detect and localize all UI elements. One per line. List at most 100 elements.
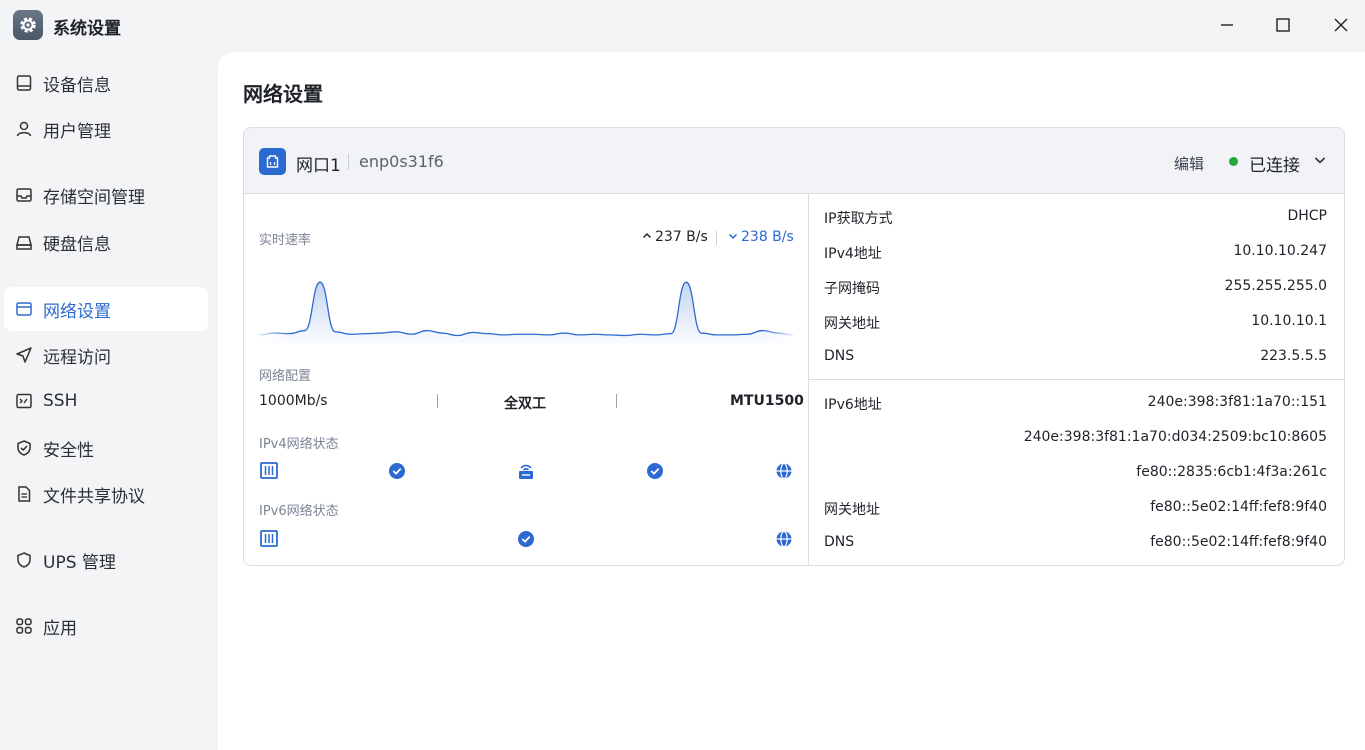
ethernet-port-icon: [260, 530, 278, 547]
sidebar-item-label: 设备信息: [43, 75, 111, 96]
title-bar: 系统设置: [0, 0, 1365, 52]
divider: [437, 394, 438, 408]
info-key: 网关地址: [824, 316, 880, 332]
ipv6-status-label: IPv6网络状态: [259, 504, 339, 519]
sidebar-item-label: 远程访问: [43, 347, 111, 368]
connection-status: 已连接: [1249, 156, 1300, 176]
sidebar-item-user-management[interactable]: 用户管理: [4, 107, 208, 151]
info-value: 10.10.10.247: [1233, 243, 1327, 259]
status-dot: [1229, 157, 1238, 166]
minimize-icon: [1221, 24, 1233, 26]
disk-icon: [14, 232, 34, 252]
info-row-dns: DNS 223.5.5.5: [824, 348, 1327, 368]
info-row-ipv6-link-local: fe80::2835:6cb1:4f3a:261c: [824, 464, 1327, 484]
sidebar-item-disk-info[interactable]: 硬盘信息: [4, 220, 208, 264]
send-icon: [14, 345, 34, 365]
divider: [809, 379, 1344, 380]
sidebar-item-label: 网络设置: [43, 301, 111, 322]
sidebar-item-remote-access[interactable]: 远程访问: [4, 333, 208, 377]
gear-icon: [13, 10, 43, 40]
info-value: fe80::5e02:14ff:fef8:9f40: [1150, 534, 1327, 550]
sidebar-item-file-sharing[interactable]: 文件共享协议: [4, 472, 208, 516]
sidebar-item-ups[interactable]: UPS 管理: [4, 538, 208, 582]
user-icon: [14, 119, 34, 139]
info-value: 255.255.255.0: [1224, 278, 1327, 294]
close-button[interactable]: [1326, 10, 1356, 40]
network-config-label: 网络配置: [259, 369, 312, 384]
sidebar-item-security[interactable]: 安全性: [4, 426, 208, 470]
mtu-value: MTU1500: [730, 393, 804, 409]
info-row-ipv6-dns: DNS fe80::5e02:14ff:fef8:9f40: [824, 534, 1327, 554]
info-row-ip-method: IP获取方式 DHCP: [824, 208, 1327, 228]
apps-icon: [14, 616, 34, 636]
sidebar-item-label: 用户管理: [43, 121, 111, 142]
sidebar-item-device-info[interactable]: 设备信息: [4, 61, 208, 105]
sidebar-item-label: 应用: [43, 618, 77, 639]
chevron-down-icon[interactable]: [1312, 152, 1328, 168]
info-key: DNS: [824, 348, 855, 364]
sidebar-item-network[interactable]: 网络设置: [4, 287, 208, 331]
check-circle-icon: [389, 463, 405, 479]
info-key: IPv6地址: [824, 397, 882, 413]
sidebar-item-apps[interactable]: 应用: [4, 604, 208, 648]
arrow-up-icon: [642, 232, 652, 239]
shield-icon: [14, 550, 34, 570]
globe-icon: [776, 462, 792, 480]
divider: [716, 231, 717, 245]
sidebar: 设备信息 用户管理 存储空间管理 硬盘信息 网络设置 远程访问 SSH 安全性 …: [0, 52, 218, 750]
card-header[interactable]: 网口1 enp0s31f6 编辑 已连接: [244, 128, 1344, 194]
upload-speed-value: 237 B/s: [655, 229, 708, 245]
info-row-ipv4: IPv4地址 10.10.10.247: [824, 243, 1327, 263]
page-title: 网络设置: [243, 82, 323, 106]
network-icon: [14, 299, 34, 319]
main-panel: 网络设置 网口1 enp0s31f6 编辑 已连接 实时速率 237 B/s 2…: [218, 52, 1365, 750]
download-speed-value: 238 B/s: [741, 229, 794, 245]
device-name: enp0s31f6: [359, 152, 444, 171]
sidebar-item-storage[interactable]: 存储空间管理: [4, 173, 208, 217]
status-pane: 实时速率 237 B/s 238 B/s 网络配置 1000Mb/s 全双工 M…: [244, 194, 809, 565]
info-value: DHCP: [1287, 208, 1327, 224]
info-key: DNS: [824, 534, 855, 550]
info-value: 240e:398:3f81:1a70::151: [1147, 394, 1327, 410]
info-row-ipv6: IPv6地址 240e:398:3f81:1a70::151: [824, 394, 1327, 414]
ethernet-port-icon: [259, 148, 286, 175]
maximize-icon: [1276, 18, 1290, 32]
sidebar-item-label: 安全性: [43, 440, 94, 461]
ipv6-status-path: [260, 530, 792, 548]
info-row-subnet: 子网掩码 255.255.255.0: [824, 278, 1327, 298]
address-pane: IP获取方式 DHCP IPv4地址 10.10.10.247 子网掩码 255…: [809, 194, 1344, 565]
close-icon: [1334, 18, 1348, 32]
device-icon: [14, 73, 34, 93]
ipv4-status-path: [260, 462, 792, 480]
globe-icon: [776, 530, 792, 548]
divider: [616, 394, 617, 408]
maximize-button[interactable]: [1268, 10, 1298, 40]
sidebar-item-label: SSH: [43, 391, 78, 411]
info-row-ipv6-extra: 240e:398:3f81:1a70:d034:2509:bc10:8605: [824, 429, 1327, 449]
info-row-ipv6-gateway: 网关地址 fe80::5e02:14ff:fef8:9f40: [824, 499, 1327, 519]
edit-button[interactable]: 编辑: [1174, 153, 1204, 174]
info-key: IP获取方式: [824, 211, 893, 227]
sidebar-item-label: UPS 管理: [43, 552, 116, 573]
info-row-gateway: 网关地址 10.10.10.1: [824, 313, 1327, 333]
info-key: 网关地址: [824, 502, 880, 518]
shield-check-icon: [14, 438, 34, 458]
link-speed: 1000Mb/s: [259, 393, 328, 409]
ethernet-port-icon: [260, 462, 278, 479]
minimize-button[interactable]: [1212, 10, 1242, 40]
download-speed: 238 B/s: [728, 229, 794, 245]
info-value: fe80::2835:6cb1:4f3a:261c: [1136, 464, 1327, 480]
terminal-icon: [14, 391, 34, 411]
realtime-speed-label: 实时速率: [259, 233, 312, 248]
sidebar-item-ssh[interactable]: SSH: [4, 379, 208, 423]
app-title: 系统设置: [53, 19, 121, 39]
realtime-speed-chart: [259, 272, 793, 344]
info-value: 240e:398:3f81:1a70:d034:2509:bc10:8605: [1023, 429, 1327, 445]
port-name: 网口1: [296, 156, 341, 176]
check-circle-icon: [647, 463, 663, 479]
info-value: fe80::5e02:14ff:fef8:9f40: [1150, 499, 1327, 515]
duplex-mode: 全双工: [504, 396, 546, 412]
sidebar-item-label: 文件共享协议: [43, 486, 145, 507]
document-icon: [14, 484, 34, 504]
router-icon: [519, 464, 533, 479]
